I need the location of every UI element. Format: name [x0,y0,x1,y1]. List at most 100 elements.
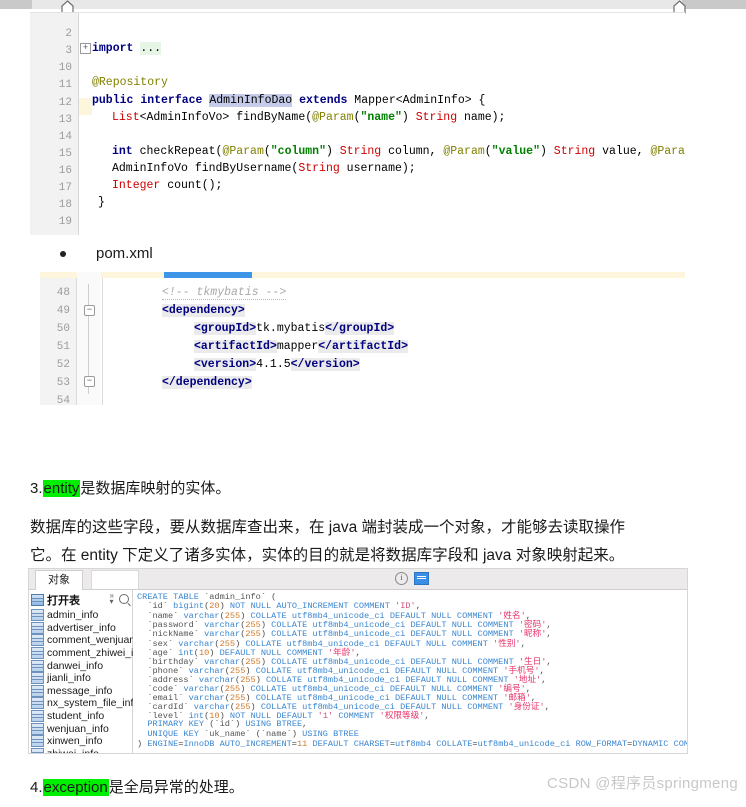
list-item[interactable]: wenjuan_info [29,722,132,735]
db-tab-placeholder[interactable] [91,570,139,589]
sql-ddl-pane[interactable]: CREATE TABLE `admin_info` ( `id` bigint(… [133,590,687,753]
paragraph-line-2: 它。在 entity 下定义了诸多实体，实体的目的就是将数据库字段和 java … [30,547,625,564]
pom-line-groupid: <groupId>tk.mybatis</groupId> [194,322,395,335]
fold-expand-icon[interactable]: + [80,43,91,54]
pom-line-artifactid: <artifactId>mapper</artifactId> [194,340,408,353]
table-icon [31,697,44,710]
paragraph-line-1: 数据库的这些字段，要从数据库查出来，在 java 端封装成一个对象，才能够去读取… [30,519,626,536]
pom-version-value: 4.1.5 [256,358,291,371]
line-number: 10 [58,62,72,74]
line-number: 16 [58,165,72,177]
db-sidebar-header: 打开表 » ▾ [29,590,132,609]
java-code-text[interactable]: import ... @Repository public interface … [92,13,685,235]
heading-4-prefix: 4. [30,779,43,796]
bullet-item-pomxml: pom.xml [60,245,153,262]
heading-3-prefix: 3. [30,480,43,497]
table-icon [31,593,44,606]
heading-3-entity: 3.entity是数据库映射的实体。 [30,477,230,498]
list-item[interactable]: zhiwei_info [29,747,132,754]
code-line-findbyusername: AdminInfoVo findByUsername(String userna… [112,162,416,175]
pom-line-comment: <!-- tkmybatis --> [162,286,287,300]
line-number: 11 [58,79,72,91]
line-number: 17 [58,182,72,194]
heading-3-rest: 是数据库映射的实体。 [80,480,231,497]
list-item-label: wenjuan_info [47,722,109,735]
line-number: 15 [58,148,72,160]
line-number: 19 [58,216,72,228]
pom-divider-line [102,278,103,405]
list-item[interactable]: student_info [29,710,132,723]
list-item[interactable]: message_info [29,684,132,698]
line-number: 48 [56,287,70,299]
fold-collapse-icon-end[interactable]: − [84,376,95,387]
list-item-label: xinwen_info [47,735,103,748]
list-item[interactable]: admin_info [29,609,132,622]
list-item[interactable]: jianli_info [29,672,132,685]
line-number: 50 [56,323,70,335]
list-item-label: danwei_info [47,659,104,672]
table-icon [31,735,44,748]
code-line-count: Integer count(); [112,179,223,192]
pom-line-dependency-open: <dependency> [162,304,245,317]
list-item-label: advertiser_info [47,621,116,634]
bullet-dot-icon [60,251,66,258]
list-item-label: message_info [47,684,113,697]
info-icon[interactable]: i [395,572,408,585]
java-line-number-gutter: 2 3 10 11 12 13 14 15 16 17 18 19 [30,13,79,235]
view-toggle-icon[interactable] [414,572,429,585]
list-item[interactable]: advertiser_info [29,621,132,635]
pom-line-number-gutter: 48 49 50 51 52 53 54 [40,278,77,405]
line-number: 14 [58,131,72,143]
horizontal-scrollbar-thumb[interactable] [32,0,682,9]
line-number: 2 [65,28,72,40]
list-item[interactable]: comment_zhiwei_info [29,647,148,660]
sql-line: UNIQUE KEY `uk_name` (`name`) USING BTRE… [147,728,359,739]
pom-line-version: <version>4.1.5</version> [194,358,360,371]
list-item-label: zhiwei_info [47,747,99,754]
database-client-screenshot: 对象 i 打开表 » ▾ admin_info advertiser_info com… [28,568,688,754]
db-sidebar-title: 打开表 [47,594,80,607]
heading-4-rest: 是全局异常的处理。 [108,779,244,796]
pom-code-text[interactable]: <!-- tkmybatis --> <dependency> <groupId… [106,278,685,405]
fold-collapse-icon[interactable]: − [84,305,95,316]
db-sidebar-tools: » ▾ [110,592,129,606]
db-tab-bar: 对象 i [29,569,687,591]
list-item-label: admin_info [47,609,99,622]
list-item[interactable]: comment_wenjuan_info [29,634,158,647]
chevron-double-icon[interactable]: » ▾ [110,592,114,606]
table-icon [31,634,44,647]
pom-groupid-value: tk.mybatis [256,322,326,335]
line-number: 12 [58,97,72,109]
table-icon [31,710,44,723]
db-table-list[interactable]: admin_info advertiser_info comment_wenjuan… [29,609,158,754]
table-icon [31,672,44,685]
db-sidebar: 打开表 » ▾ admin_info advertiser_info comment_… [29,590,158,754]
line-number: 13 [58,114,72,126]
table-icon [31,722,44,735]
list-item[interactable]: xinwen_info [29,735,132,748]
tab-objects[interactable]: 对象 [35,570,83,591]
list-item-label: jianli_info [47,672,91,685]
line-number: 3 [65,45,72,57]
list-item[interactable]: nx_system_file_info [29,697,139,710]
heading-4-highlight: exception [42,779,109,796]
code-line-checkrepeat: int checkRepeat(@Param("column") String … [112,145,685,158]
sql-line: `id` bigint(20) NOT NULL AUTO_INCREMENT … [147,601,421,612]
table-icon [31,647,44,660]
search-icon[interactable] [119,594,129,604]
line-number: 18 [58,199,72,211]
bullet-label: pom.xml [96,245,153,262]
heading-3-highlight: entity [42,480,81,497]
list-item[interactable]: danwei_info [29,659,132,672]
line-number: 51 [56,341,70,353]
table-icon [31,621,44,634]
code-line-findbyname: List<AdminInfoVo> findByName(@Param("nam… [112,111,506,124]
db-toolbar-icons: i [395,572,429,585]
top-scroll-strip [0,0,746,14]
list-item-label: nx_system_file_info [47,697,140,710]
line-number: 54 [56,395,70,406]
pom-line-dependency-close: </dependency> [162,376,252,389]
csdn-watermark: CSDN @程序员springmeng [547,775,738,792]
code-line-annotation: @Repository [92,76,168,89]
java-code-screenshot: 2 3 10 11 12 13 14 15 16 17 18 19 + impo… [30,12,685,235]
